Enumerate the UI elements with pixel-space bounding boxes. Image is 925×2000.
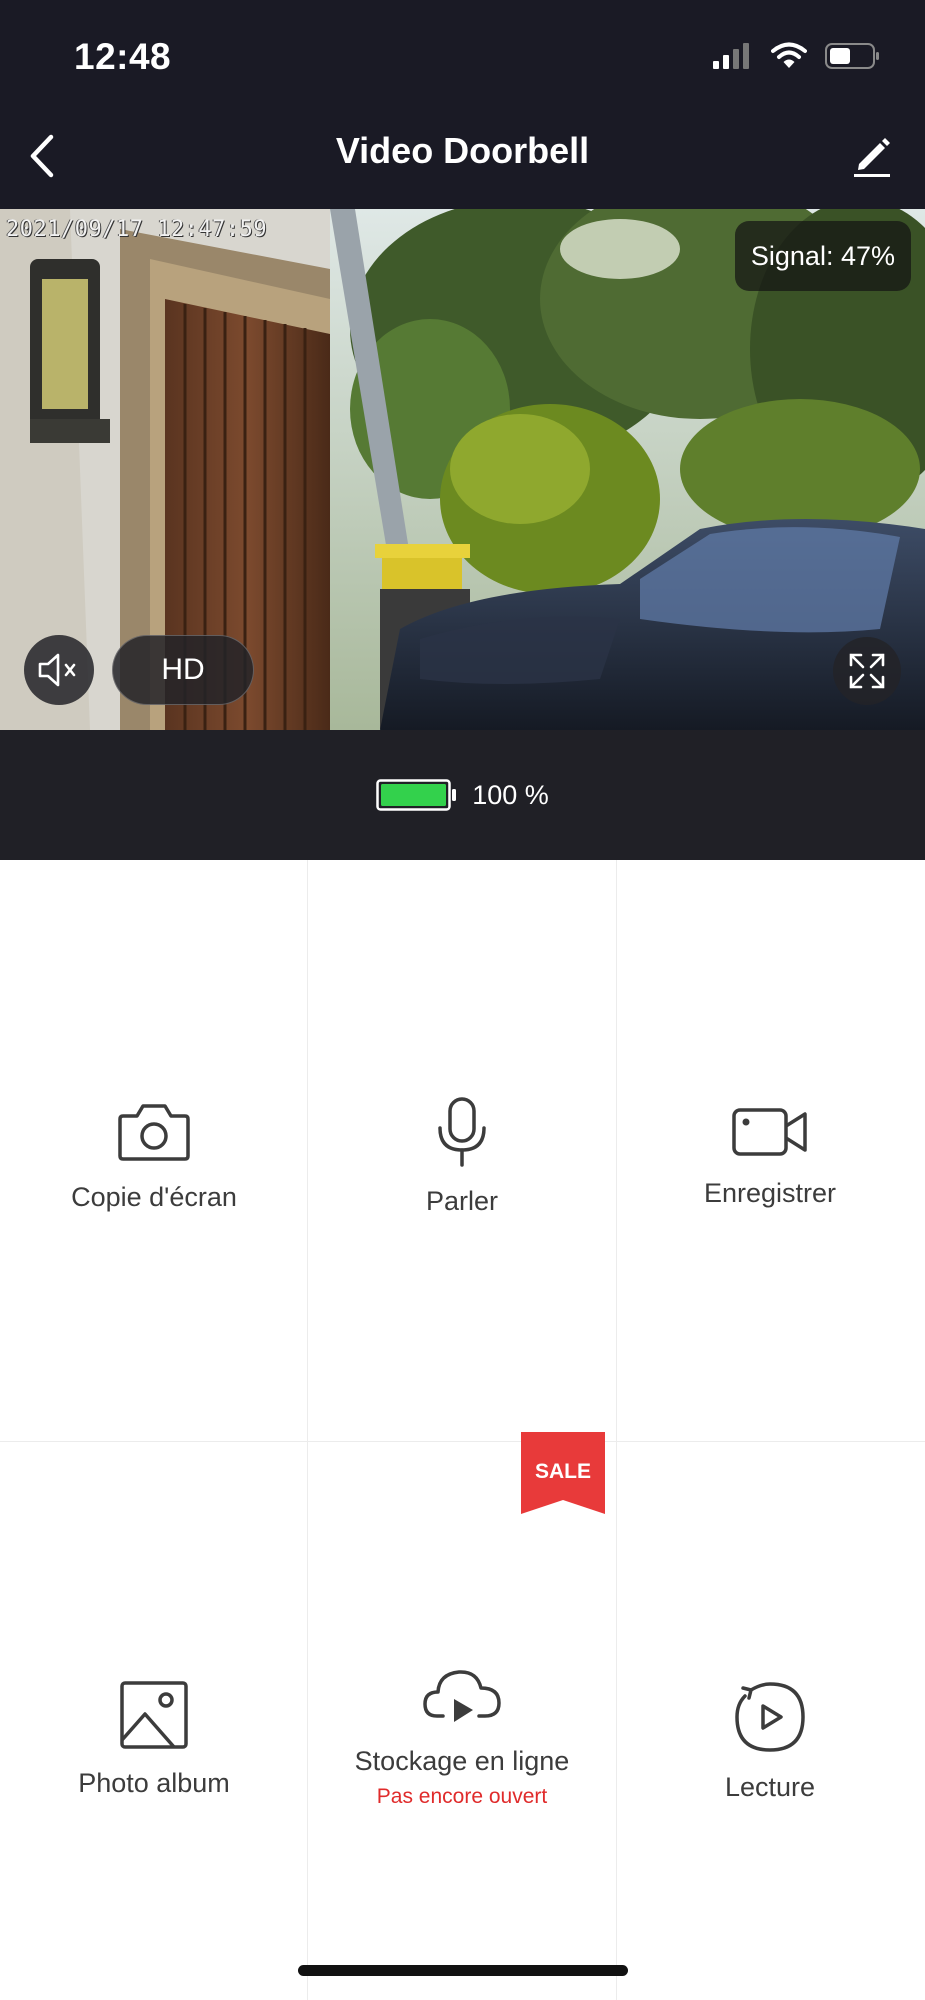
sale-badge-text: SALE — [535, 1460, 591, 1483]
speaker-muted-icon — [38, 653, 76, 687]
status-icons — [713, 42, 881, 70]
top-bar: 12:48 Video Doorbell — [0, 0, 925, 209]
mute-button[interactable] — [24, 635, 94, 705]
action-label: Stockage en ligne — [354, 1746, 570, 1776]
wifi-icon — [771, 42, 807, 68]
grid-divider — [307, 860, 308, 2000]
replay-icon — [735, 1682, 805, 1752]
microphone-icon — [438, 1097, 486, 1167]
image-icon — [120, 1681, 188, 1749]
battery-strip: 100 % — [0, 730, 925, 860]
screenshot-button[interactable]: Copie d'écran — [0, 1100, 308, 1213]
fullscreen-icon — [849, 653, 885, 689]
record-button[interactable]: Enregistrer — [616, 1104, 924, 1209]
sale-badge: SALE — [521, 1432, 605, 1514]
video-feed[interactable]: 2021/09/17 12:47:59 Signal: 47% HD — [0, 209, 925, 730]
cellular-signal-icon — [713, 43, 749, 69]
cloud-play-icon — [423, 1670, 501, 1722]
video-timestamp: 2021/09/17 12:47:59 — [6, 217, 268, 242]
photo-album-button[interactable]: Photo album — [0, 1680, 308, 1799]
grid-divider — [616, 860, 617, 2000]
grid-divider — [0, 1441, 925, 1442]
cloud-storage-button[interactable]: Stockage en ligne Pas encore ouvert — [308, 1666, 616, 1809]
battery-percentage: 100 % — [472, 779, 549, 810]
action-label: Photo album — [78, 1768, 230, 1798]
pencil-icon — [854, 138, 890, 177]
talk-button[interactable]: Parler — [308, 1096, 616, 1217]
home-indicator — [298, 1965, 628, 1976]
action-label: Lecture — [724, 1772, 816, 1802]
signal-strength-badge: Signal: 47% — [734, 221, 911, 291]
playback-button[interactable]: Lecture — [616, 1680, 924, 1803]
action-label: Enregistrer — [703, 1178, 837, 1208]
camera-icon — [118, 1104, 190, 1161]
cloud-storage-status: Pas encore ouvert — [376, 1785, 548, 1808]
action-grid — [0, 860, 925, 2000]
action-label: Copie d'écran — [71, 1182, 237, 1212]
video-quality-button[interactable]: HD — [112, 635, 254, 705]
fullscreen-button[interactable] — [833, 637, 901, 705]
battery-status-icon — [825, 43, 879, 69]
video-camera-icon — [732, 1108, 807, 1156]
status-time: 12:48 — [74, 36, 172, 77]
page-title: Video Doorbell — [335, 130, 590, 171]
action-label: Parler — [425, 1186, 499, 1216]
edit-button[interactable] — [849, 132, 895, 178]
battery-level-icon — [376, 779, 457, 811]
